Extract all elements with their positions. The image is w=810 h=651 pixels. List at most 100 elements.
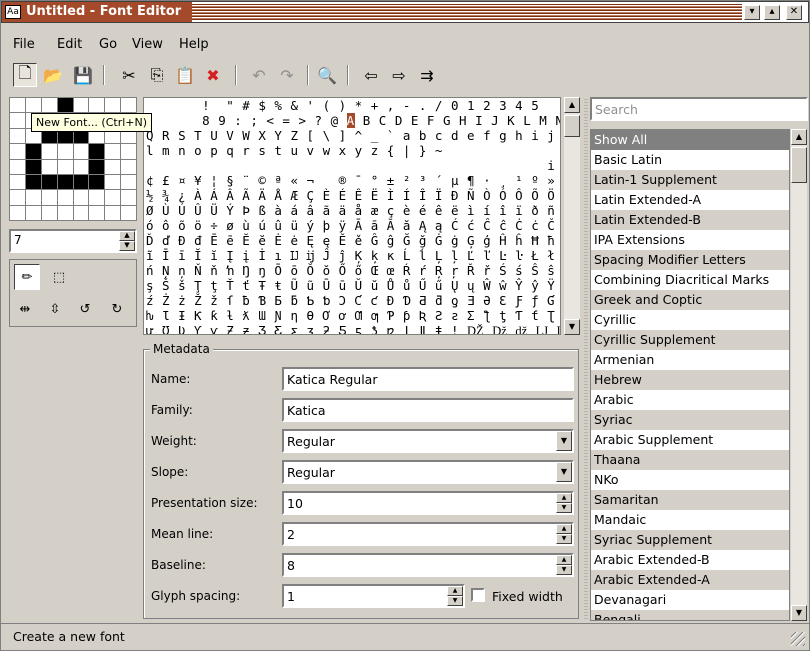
spin-up-icon[interactable]: ▲ xyxy=(556,493,572,503)
chevron-down-icon[interactable]: ▼ xyxy=(556,431,572,451)
menu-file[interactable]: File xyxy=(13,37,35,52)
pixel-cell[interactable] xyxy=(41,144,57,159)
spin-down-icon[interactable]: ▼ xyxy=(556,565,572,575)
chevron-down-icon[interactable]: ▼ xyxy=(556,462,572,482)
spin-up-icon[interactable]: ▲ xyxy=(556,524,572,534)
pixel-cell[interactable] xyxy=(41,205,57,220)
menu-go[interactable]: Go xyxy=(99,37,117,52)
glyph-row[interactable]: Q R S T U V W X Y Z [ \ ] ^ _ ` a b c d … xyxy=(146,128,558,143)
spin-up-icon[interactable]: ▲ xyxy=(556,555,572,565)
glyph-spacing-spinbox[interactable]: 1 ▲ ▼ xyxy=(282,584,465,608)
pixel-cell[interactable] xyxy=(57,174,73,190)
menu-edit[interactable]: Edit xyxy=(57,37,82,52)
previous-icon[interactable]: ⇦ xyxy=(359,63,383,87)
find-icon[interactable]: 🔍 xyxy=(315,63,339,87)
block-list-item[interactable]: Cyrillic Supplement xyxy=(591,330,789,350)
pixel-cell[interactable] xyxy=(89,205,105,220)
glyph-row[interactable]: ĩ Ī ī Ĭ ĭ Į į İ ı Ĳ ĳ Ĵ ĵ Ķ ķ ĸ Ĺ ĺ Ļ ļ … xyxy=(146,248,558,263)
block-list-item[interactable]: Basic Latin xyxy=(591,150,789,170)
block-list-item[interactable]: Bengali xyxy=(591,610,789,620)
spin-arrows[interactable]: ▲ ▼ xyxy=(556,524,572,544)
redo-icon[interactable]: ↷ xyxy=(275,63,299,87)
search-input[interactable]: Search xyxy=(590,97,808,121)
glyph-row[interactable]: 8 9 : ; < = > ? @ A B C D E F G H I J K … xyxy=(146,113,560,128)
app-icon[interactable]: Aa xyxy=(5,5,21,19)
close-button[interactable]: ✕ xyxy=(786,5,802,20)
spin-up-icon[interactable]: ▲ xyxy=(119,231,135,241)
pixel-cell[interactable] xyxy=(10,159,25,174)
block-list-item[interactable]: Armenian xyxy=(591,350,789,370)
spin-arrows[interactable]: ▲ ▼ xyxy=(556,555,572,575)
pixel-cell[interactable] xyxy=(73,144,89,159)
scroll-down-icon[interactable]: ▼ xyxy=(791,605,807,621)
glyph-row[interactable]: ! " # $ % & ' ( ) * + , - . / 0 1 2 3 4 … xyxy=(146,98,558,113)
pixel-cell[interactable] xyxy=(73,98,89,113)
glyph-row[interactable]: ş Š š Ţ ţ Ť ť Ŧ ŧ Ũ ũ Ū ū Ŭ ŭ Ů ů Ű ű Ų … xyxy=(146,278,558,293)
name-field[interactable]: Katica Regular xyxy=(282,367,574,391)
spin-arrows[interactable]: ▲ ▼ xyxy=(447,586,463,606)
pixel-cell[interactable] xyxy=(41,190,57,205)
pixel-cell[interactable] xyxy=(10,128,25,144)
goto-icon[interactable]: ⇉ xyxy=(415,63,439,87)
block-list-item[interactable]: Latin Extended-A xyxy=(591,190,789,210)
scroll-up-icon[interactable]: ▲ xyxy=(564,97,580,113)
pixel-cell[interactable] xyxy=(41,174,57,190)
block-list-item[interactable]: Show All xyxy=(591,130,789,150)
presentation-size-spinbox[interactable]: 10 ▲ ▼ xyxy=(282,491,574,515)
baseline-spinbox[interactable]: 8 ▲ ▼ xyxy=(282,553,574,577)
block-list-item[interactable]: Syriac xyxy=(591,410,789,430)
pixel-cell[interactable] xyxy=(105,144,121,159)
pixel-cell[interactable] xyxy=(89,190,105,205)
spin-arrows[interactable]: ▲ ▼ xyxy=(556,493,572,513)
copy-icon[interactable]: ⎘ xyxy=(145,63,169,87)
block-list-item[interactable]: NKo xyxy=(591,470,789,490)
pixel-cell[interactable] xyxy=(73,159,89,174)
selection-icon[interactable]: ⬚ xyxy=(46,264,72,290)
pixel-cell[interactable] xyxy=(105,98,121,113)
spin-down-icon[interactable]: ▼ xyxy=(556,503,572,513)
block-list-item[interactable]: Syriac Supplement xyxy=(591,530,789,550)
slope-select[interactable]: Regular ▼ xyxy=(282,460,574,484)
block-list-item[interactable]: Latin Extended-B xyxy=(591,210,789,230)
pixel-cell[interactable] xyxy=(10,144,25,159)
glyph-row[interactable]: ń Ņ ņ Ň ň ŉ Ŋ ŋ Ō ō Ŏ ŏ Ő ő Œ œ Ŕ ŕ Ŗ ŗ … xyxy=(146,263,558,278)
next-icon[interactable]: ⇨ xyxy=(387,63,411,87)
pixel-cell[interactable] xyxy=(121,190,136,205)
block-list-scrollbar[interactable]: ▲ ▼ xyxy=(790,129,807,621)
pixel-cell[interactable] xyxy=(121,159,136,174)
pixel-cell[interactable] xyxy=(57,98,73,113)
block-list-item[interactable]: Spacing Modifier Letters xyxy=(591,250,789,270)
pixel-cell[interactable] xyxy=(121,174,136,190)
glyph-spinbox[interactable]: 7 ▲ ▼ xyxy=(9,229,137,253)
resize-grip[interactable] xyxy=(791,632,805,646)
block-list-item[interactable]: Mandaic xyxy=(591,510,789,530)
block-list-item[interactable]: Latin-1 Supplement xyxy=(591,170,789,190)
glyph-row[interactable]: ¢ £ ¤ ¥ ¦ § ¨ © ª « ¬ ® ¯ ° ± ² ³ ´ µ ¶ … xyxy=(146,173,558,188)
pixel-cell[interactable] xyxy=(41,159,57,174)
spin-down-icon[interactable]: ▼ xyxy=(119,241,135,251)
spin-down-icon[interactable]: ▼ xyxy=(556,534,572,544)
pixel-cell[interactable] xyxy=(25,144,41,159)
block-list-item[interactable]: Hebrew xyxy=(591,370,789,390)
pixel-cell[interactable] xyxy=(121,144,136,159)
pixel-cell[interactable] xyxy=(10,205,25,220)
scroll-down-icon[interactable]: ▼ xyxy=(564,319,580,335)
pixel-cell[interactable] xyxy=(105,205,121,220)
pixel-cell[interactable] xyxy=(10,98,25,113)
menu-help[interactable]: Help xyxy=(179,37,209,52)
pixel-cell[interactable] xyxy=(57,190,73,205)
glyph-map-scrollbar[interactable]: ▲ ▼ xyxy=(563,97,580,335)
pixel-cell[interactable] xyxy=(25,98,41,113)
block-list-item[interactable]: Combining Diacritical Marks xyxy=(591,270,789,290)
pixel-cell[interactable] xyxy=(10,174,25,190)
pixel-cell[interactable] xyxy=(25,205,41,220)
new-font-icon[interactable]: 🗋 xyxy=(13,63,37,87)
pixel-cell[interactable] xyxy=(89,159,105,174)
pixel-cell[interactable] xyxy=(73,190,89,205)
save-icon[interactable]: 💾 xyxy=(71,63,95,87)
unicode-block-list[interactable]: Show All Basic Latin Latin-1 Supplement Lat… xyxy=(590,129,790,621)
spin-up-icon[interactable]: ▲ xyxy=(447,586,463,596)
rotate-ccw-icon[interactable]: ↺ xyxy=(72,296,98,322)
glyph-row[interactable]: ½ ¾ ¿ À Á Â Ã Ä Å Æ Ç È É Ê Ë Ì Í Î Ï Ð … xyxy=(146,188,558,203)
block-list-item[interactable]: IPA Extensions xyxy=(591,230,789,250)
